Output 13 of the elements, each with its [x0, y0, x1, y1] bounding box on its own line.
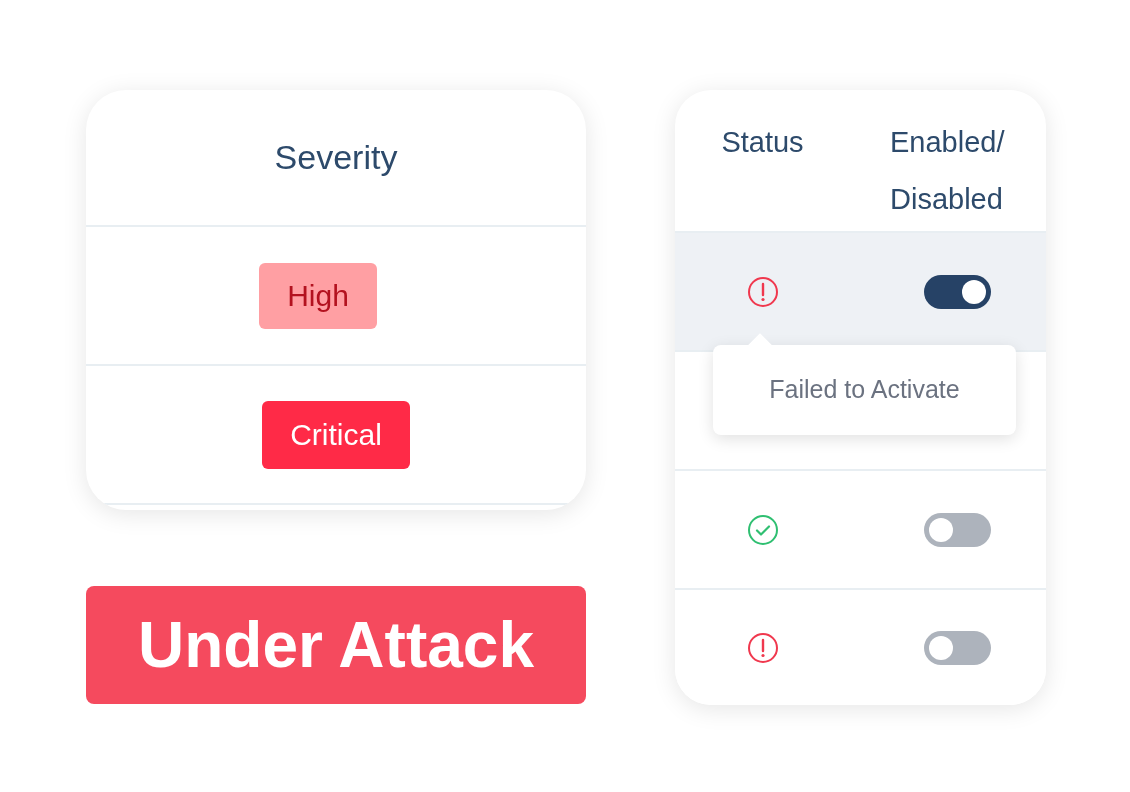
- warning-icon: [746, 631, 779, 664]
- column-header: Enabled/ Disabled: [890, 125, 1006, 217]
- toggle-switch[interactable]: [924, 512, 991, 547]
- column-header: Status: [721, 125, 804, 160]
- check-icon: [746, 513, 779, 546]
- toggle-switch[interactable]: [924, 630, 991, 665]
- under-attack-banner: Under Attack: [86, 586, 586, 704]
- severity-badge: Critical: [262, 400, 410, 469]
- table-row[interactable]: [675, 233, 1046, 352]
- column-header: Severity: [274, 137, 398, 178]
- warning-icon: [746, 275, 779, 308]
- toggle-switch[interactable]: [924, 274, 991, 309]
- severity-badge: High: [259, 262, 377, 329]
